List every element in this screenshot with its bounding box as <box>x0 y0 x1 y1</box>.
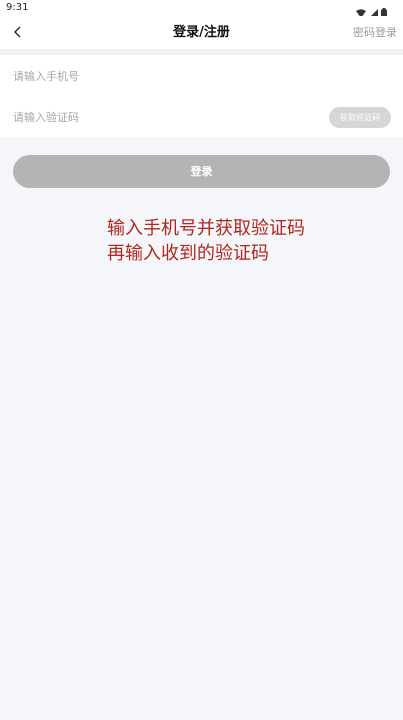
code-row: 获取验证码 <box>0 96 403 137</box>
get-code-button[interactable]: 获取验证码 <box>329 107 391 128</box>
password-login-link[interactable]: 密码登录 <box>353 25 397 40</box>
phone-input[interactable] <box>13 66 273 86</box>
page-title: 登录/注册 <box>173 25 230 40</box>
annotation-line-1: 输入手机号并获取验证码 <box>107 218 305 239</box>
instruction-annotation: 输入手机号并获取验证码 再输入收到的验证码 <box>107 216 305 266</box>
status-time: 9:31 <box>6 2 29 13</box>
phone-row <box>0 55 403 96</box>
verification-code-input[interactable] <box>13 107 273 127</box>
status-bar: 9:31 <box>0 0 403 18</box>
login-button[interactable]: 登录 <box>13 155 390 188</box>
login-form: 获取验证码 <box>0 55 403 137</box>
annotation-line-2: 再输入收到的验证码 <box>107 243 269 264</box>
header: 登录/注册 密码登录 <box>0 16 403 49</box>
